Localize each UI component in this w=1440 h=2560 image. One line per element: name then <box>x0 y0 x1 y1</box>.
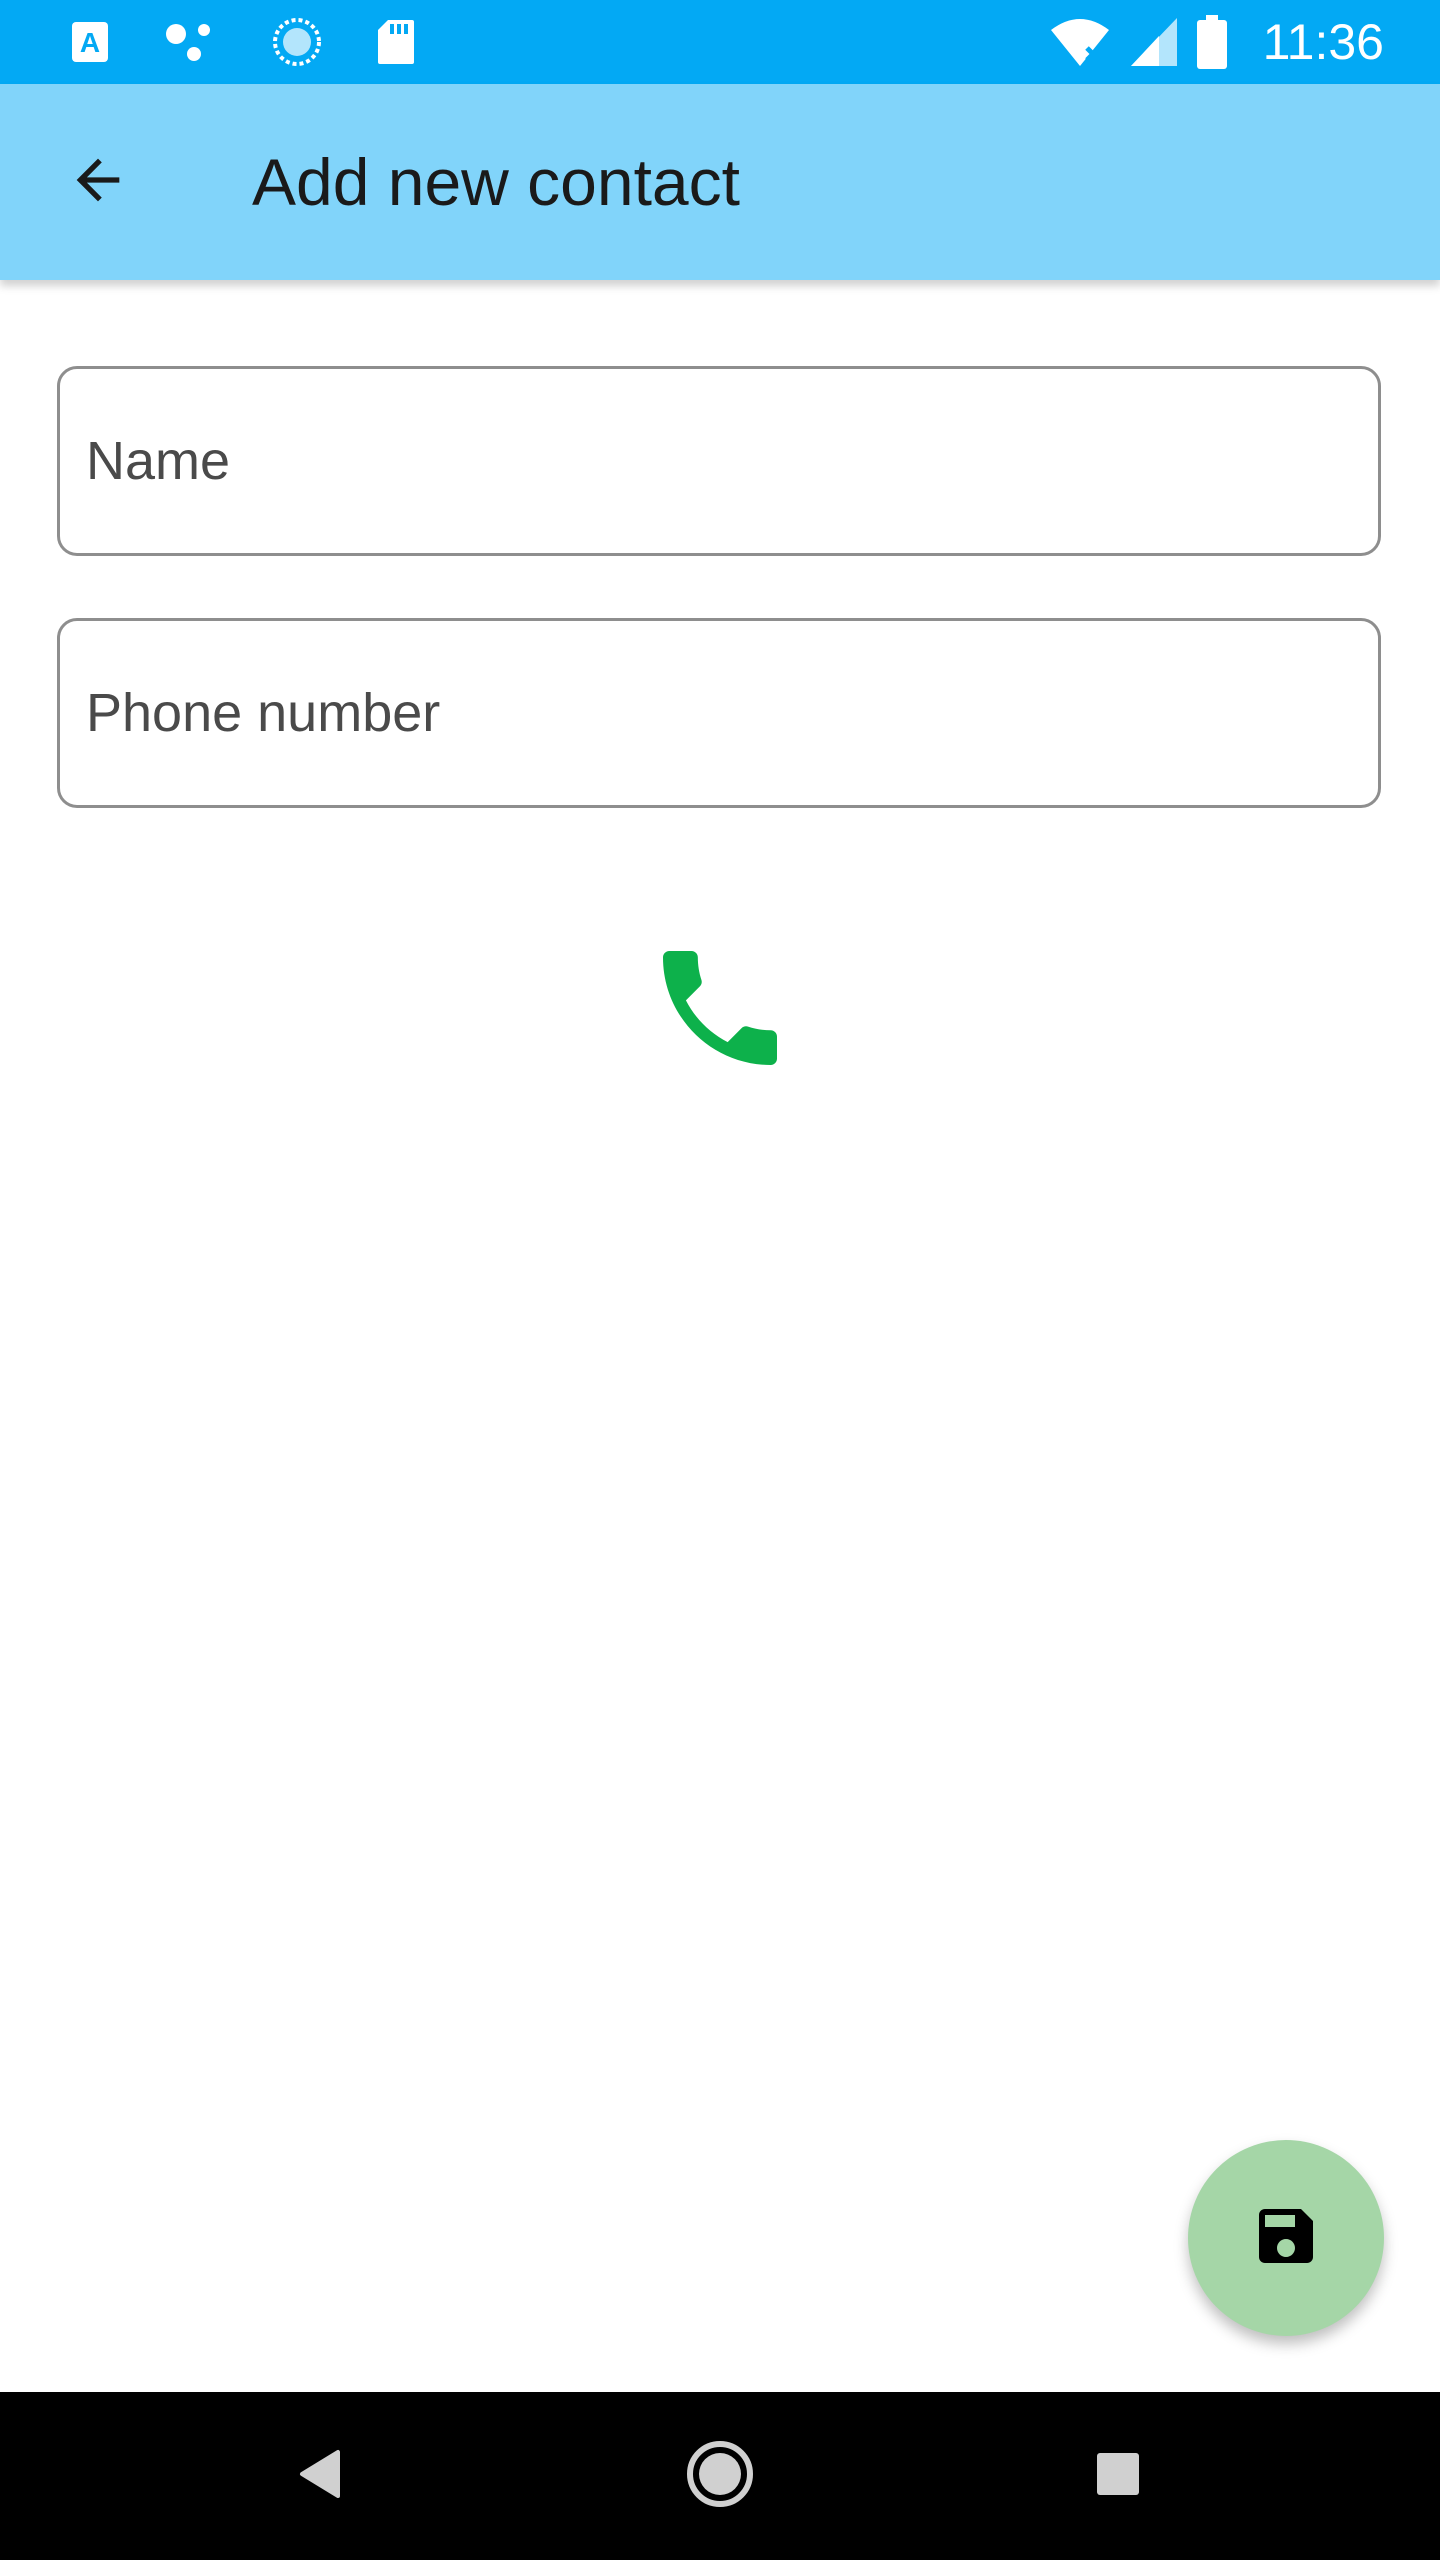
app-bar: Add new contact <box>0 84 1440 280</box>
arrow-back-icon <box>66 148 130 217</box>
status-notifications: A <box>70 16 416 68</box>
nav-home-button[interactable] <box>670 2426 770 2526</box>
page-title: Add new contact <box>252 145 740 219</box>
sd-card-icon <box>376 18 416 66</box>
a-notification-icon: A <box>70 20 110 64</box>
signal-icon <box>1129 16 1179 68</box>
save-icon <box>1250 2200 1322 2277</box>
recents-icon <box>1095 2451 1141 2502</box>
battery-icon <box>1196 15 1227 69</box>
dots-notification-icon <box>164 20 218 64</box>
nav-recents-button[interactable] <box>1068 2426 1168 2526</box>
screen: A 11:36 Add new contact Name Phone numbe… <box>0 0 1440 2560</box>
phone-number-input[interactable] <box>86 621 1346 805</box>
status-time: 11:36 <box>1262 14 1384 70</box>
name-field[interactable] <box>57 366 1381 556</box>
wifi-off-icon <box>1049 16 1111 68</box>
svg-text:A: A <box>80 27 100 58</box>
home-icon <box>685 2439 755 2514</box>
status-bar: A 11:36 <box>0 0 1440 84</box>
navigation-bar <box>0 2392 1440 2560</box>
phone-icon <box>644 932 796 1089</box>
save-button[interactable] <box>1188 2140 1384 2336</box>
name-input[interactable] <box>86 369 1346 553</box>
nav-back-button[interactable] <box>270 2426 370 2526</box>
status-system-icons: 11:36 <box>1049 12 1384 72</box>
sync-notification-icon <box>272 17 322 67</box>
back-icon <box>296 2448 344 2505</box>
phone-number-field[interactable] <box>57 618 1381 808</box>
call-button[interactable] <box>640 930 800 1090</box>
back-button[interactable] <box>50 134 146 230</box>
